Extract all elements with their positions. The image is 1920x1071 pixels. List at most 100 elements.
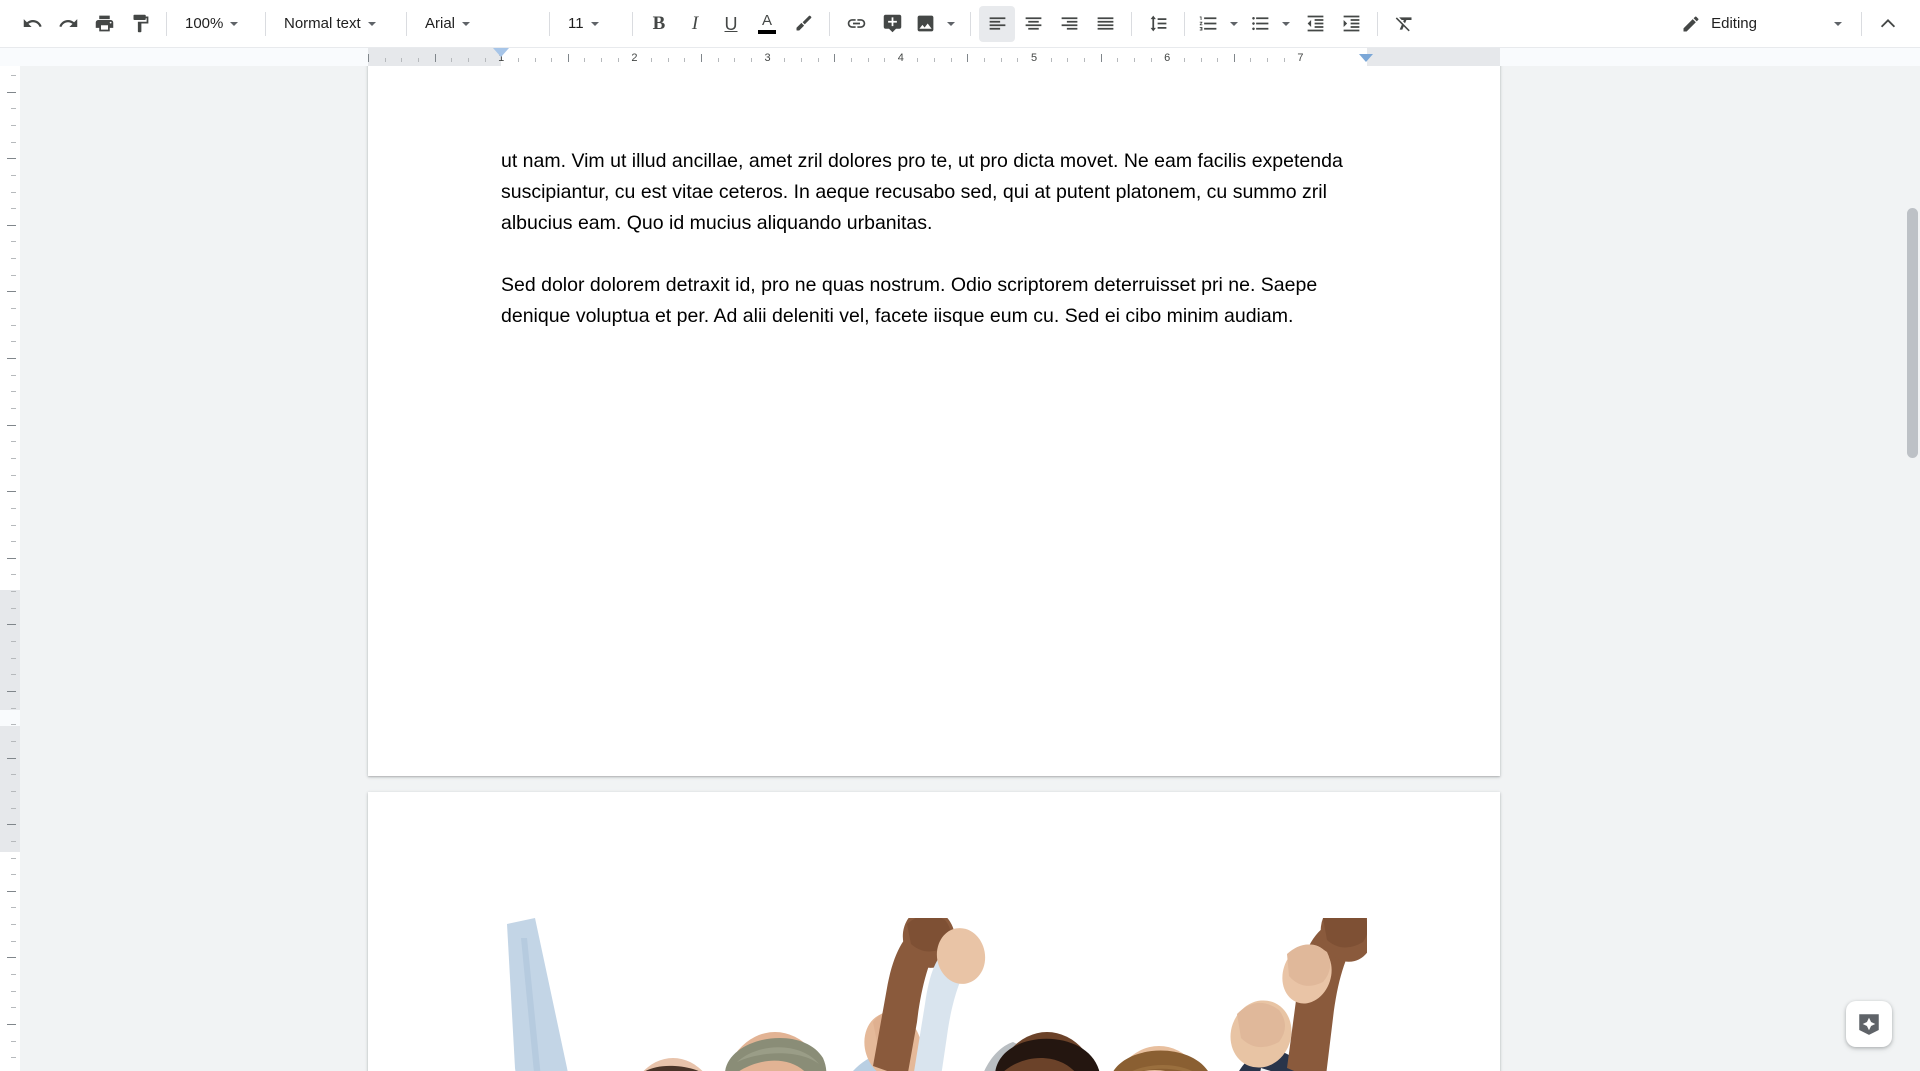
bold-button[interactable]: B <box>641 6 677 42</box>
horizontal-ruler[interactable]: 1234567 <box>0 48 1920 66</box>
increase-indent-button[interactable] <box>1333 6 1369 42</box>
ruler-tick <box>484 58 486 62</box>
ruler-v-tick <box>7 957 16 959</box>
ruler-v-tick <box>7 890 16 892</box>
toolbar-separator <box>166 11 167 36</box>
ruler-right-margin[interactable] <box>1367 48 1500 66</box>
highlight-color-button[interactable] <box>785 6 821 42</box>
ruler-v-tick <box>11 141 16 143</box>
ruler-v-tick <box>7 557 16 559</box>
numbered-list-dropdown[interactable] <box>1223 6 1245 42</box>
toolbar-separator <box>406 11 407 36</box>
document-canvas[interactable]: ut nam. Vim ut illud ancillae, amet zril… <box>20 66 1908 1071</box>
ruler-tick <box>934 58 936 62</box>
vertical-scrollbar[interactable] <box>1905 66 1920 1071</box>
zoom-value: 100% <box>185 14 224 32</box>
page-1-body[interactable]: ut nam. Vim ut illud ancillae, amet zril… <box>501 146 1367 363</box>
right-indent-marker[interactable] <box>1359 54 1373 62</box>
scrollbar-thumb[interactable] <box>1907 208 1918 458</box>
ruler-paper-zone <box>368 48 1500 66</box>
ruler-number: 6 <box>1164 52 1171 64</box>
toolbar-separator <box>265 11 266 36</box>
ruler-v-tick <box>11 840 16 842</box>
first-line-indent-marker[interactable] <box>493 48 509 57</box>
paint-format-button[interactable] <box>122 6 158 42</box>
chevron-down-icon <box>584 6 606 42</box>
chevron-up-icon <box>1877 13 1899 35</box>
add-comment-icon <box>882 13 903 34</box>
ruler-tick <box>1117 58 1119 62</box>
ruler-v-tick <box>11 191 16 193</box>
ruler-tick <box>401 58 403 62</box>
line-spacing-button[interactable] <box>1140 6 1176 42</box>
document-page-2[interactable] <box>368 792 1500 1071</box>
ruler-v-tick <box>11 857 16 859</box>
add-comment-button[interactable] <box>874 6 910 42</box>
vertical-ruler[interactable] <box>0 66 20 1071</box>
insert-link-button[interactable] <box>838 6 874 42</box>
align-left-button[interactable] <box>979 5 1015 42</box>
paragraph-style-selector[interactable]: Normal text <box>274 6 398 42</box>
inserted-image[interactable] <box>501 918 1367 1071</box>
align-center-button[interactable] <box>1015 6 1051 42</box>
italic-button[interactable]: I <box>677 6 713 42</box>
ruler-v-tick <box>11 507 16 509</box>
font-family-selector[interactable]: Arial <box>415 6 541 42</box>
ruler-number: 4 <box>897 52 904 64</box>
insert-image-button[interactable] <box>910 6 940 42</box>
ruler-v-top-margin-2[interactable] <box>0 726 20 852</box>
line-spacing-icon <box>1148 13 1169 34</box>
paragraph: ut nam. Vim ut illud ancillae, amet zril… <box>501 150 1343 234</box>
ruler-v-tick <box>11 874 16 876</box>
text-color-button[interactable]: A <box>749 6 785 42</box>
chevron-down-icon <box>361 6 383 42</box>
ruler-tick <box>1050 58 1052 62</box>
ruler-v-tick <box>11 457 16 459</box>
redo-button[interactable] <box>50 6 86 42</box>
insert-image-dropdown[interactable] <box>940 6 962 42</box>
ruler-v-tick <box>7 91 16 93</box>
editing-mode-selector[interactable]: Editing <box>1671 6 1853 42</box>
font-size-selector[interactable]: 11 <box>558 6 624 42</box>
gemini-assistant-button[interactable] <box>1846 1001 1892 1047</box>
ruler-v-tick <box>11 374 16 376</box>
ruler-v-tick <box>11 324 16 326</box>
decrease-indent-button[interactable] <box>1297 6 1333 42</box>
ruler-v-tick <box>11 707 16 709</box>
ruler-tick <box>1100 54 1102 62</box>
italic-icon: I <box>691 13 699 34</box>
ruler-number: 5 <box>1030 52 1038 64</box>
align-justify-button[interactable] <box>1087 6 1123 42</box>
ruler-tick <box>1267 58 1269 62</box>
ruler-v-tick <box>7 691 16 692</box>
zoom-selector[interactable]: 100% <box>175 6 257 42</box>
ruler-tick <box>1017 58 1019 62</box>
undo-button[interactable] <box>14 6 50 42</box>
bulleted-list-dropdown[interactable] <box>1275 6 1297 42</box>
document-page-1[interactable]: ut nam. Vim ut illud ancillae, amet zril… <box>368 66 1500 776</box>
ruler-tick <box>434 54 436 62</box>
decrease-indent-icon <box>1305 13 1326 34</box>
collapse-menus-button[interactable] <box>1870 6 1906 42</box>
ruler-v-tick <box>11 474 16 476</box>
underline-button[interactable]: U <box>713 6 749 42</box>
font-family-value: Arial <box>425 14 456 32</box>
clear-formatting-button[interactable] <box>1386 6 1422 42</box>
numbered-list-button[interactable] <box>1193 6 1223 42</box>
align-right-button[interactable] <box>1051 6 1087 42</box>
bulleted-list-button[interactable] <box>1245 6 1275 42</box>
toolbar-separator <box>549 11 550 36</box>
ruler-v-tick <box>11 807 16 809</box>
ruler-tick <box>1133 58 1135 62</box>
ruler-tick <box>1217 58 1219 62</box>
ruler-tick <box>567 54 569 62</box>
ruler-v-tick <box>11 1057 16 1059</box>
print-icon <box>94 13 115 34</box>
print-button[interactable] <box>86 6 122 42</box>
paragraph: Sed dolor dolorem detraxit id, pro ne qu… <box>501 274 1318 327</box>
ruler-v-bottom-margin[interactable] <box>0 590 20 710</box>
ruler-tick <box>667 58 669 62</box>
ruler-v-tick <box>11 940 16 942</box>
ruler-tick <box>651 58 653 62</box>
ruler-v-tick <box>11 274 16 276</box>
